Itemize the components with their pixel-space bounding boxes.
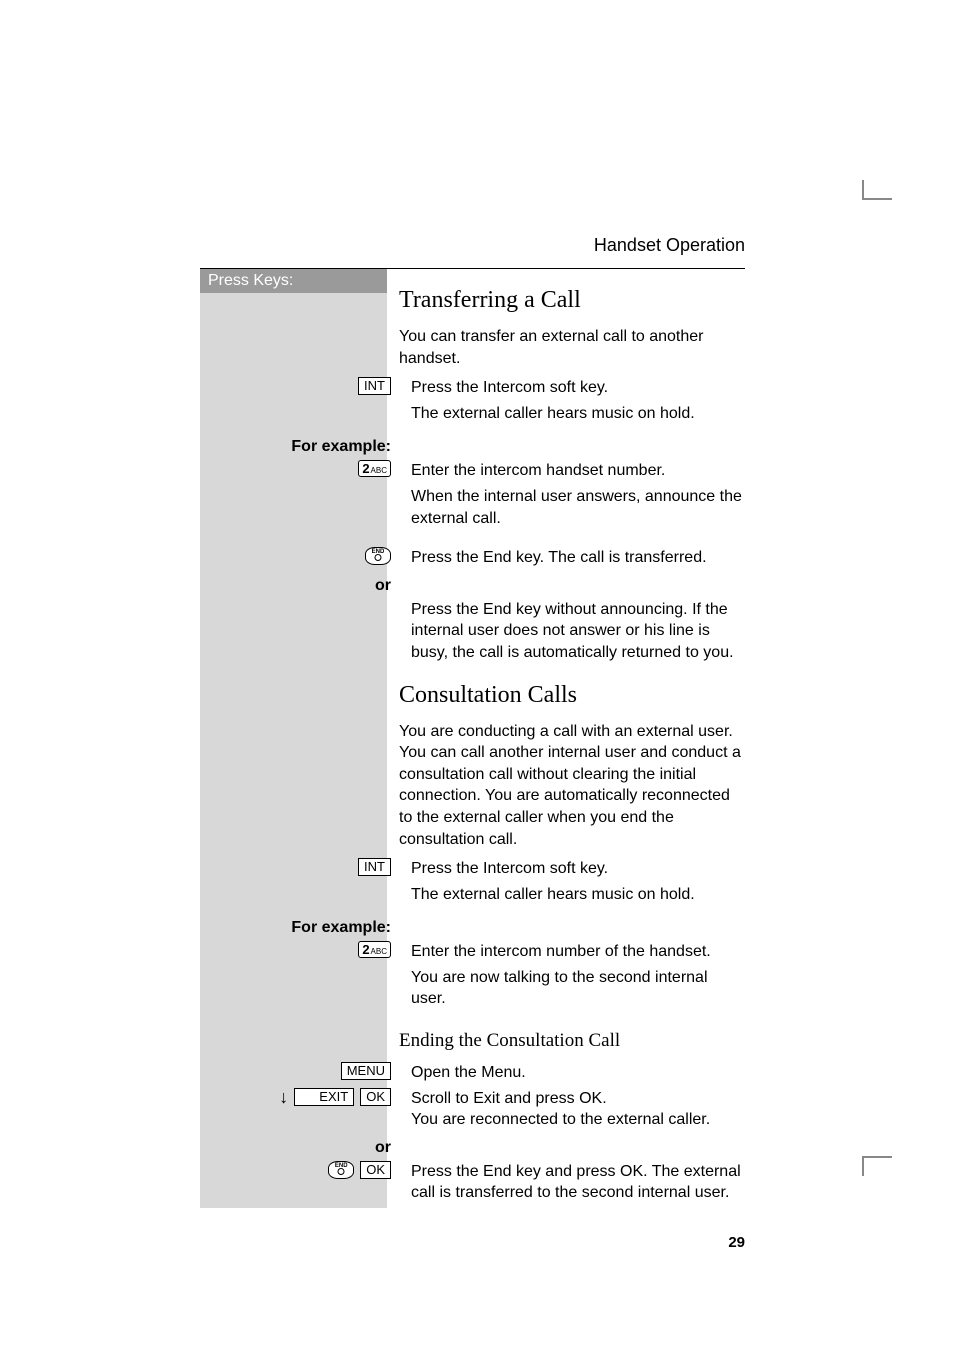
key-2-main-b: 2 — [362, 943, 369, 956]
menu-softkey: MENU — [341, 1062, 391, 1080]
key-2-b: 2ABC — [358, 941, 391, 958]
section-b-intro: You are conducting a call with an extern… — [399, 721, 745, 851]
step-end-alt: Press the End key without announcing. If… — [399, 599, 745, 664]
step-press-intercom-a: Press the Intercom soft key. — [399, 377, 745, 399]
int-softkey-b: INT — [358, 858, 391, 876]
label-or-a: or — [375, 577, 391, 595]
key-2-sub: ABC — [371, 467, 387, 475]
ok-softkey-2: OK — [360, 1161, 391, 1179]
step-enter-handset-number: Enter the intercom handset number. — [399, 460, 745, 482]
label-for-example-a: For example: — [291, 438, 391, 456]
end-key-icon-c — [328, 1161, 354, 1179]
step-announce: When the internal user answers, announce… — [399, 486, 745, 529]
step-press-intercom-b: Press the Intercom soft key. — [399, 858, 745, 880]
section-a-intro: You can transfer an external call to ano… — [399, 326, 745, 369]
key-2-main: 2 — [362, 462, 369, 475]
page-header-title: Handset Operation — [200, 225, 745, 269]
arrow-down-icon: ↓ — [279, 1088, 288, 1106]
step-open-menu: Open the Menu. — [399, 1062, 745, 1084]
note-music-hold-b: The external caller hears music on hold. — [399, 884, 745, 906]
page-number: 29 — [200, 1234, 745, 1251]
key-2-a: 2ABC — [358, 460, 391, 477]
section-title-consultation: Consultation Calls — [399, 682, 745, 709]
end-key-icon-a — [365, 547, 391, 565]
step-end-ok-transfer: Press the End key and press OK. The exte… — [399, 1161, 745, 1204]
ok-softkey-1: OK — [360, 1088, 391, 1106]
crop-mark-top-right — [834, 180, 864, 198]
step-end-transfer: Press the End key. The call is transferr… — [399, 547, 745, 569]
label-or-c: or — [375, 1139, 391, 1157]
section-title-ending-consultation: Ending the Consultation Call — [399, 1030, 745, 1052]
crop-mark-bottom-right — [834, 1158, 864, 1176]
key-2-sub-b: ABC — [371, 948, 387, 956]
main-layout: Press Keys: Transferring a Call You can … — [200, 269, 745, 1208]
step-scroll-exit-ok: Scroll to Exit and press OK. You are rec… — [399, 1088, 745, 1131]
int-softkey: INT — [358, 377, 391, 395]
step-talking-second-user: You are now talking to the second intern… — [399, 967, 745, 1010]
section-title-transferring: Transferring a Call — [399, 287, 745, 314]
page-container: Handset Operation Press Keys: Transferri… — [200, 225, 745, 1251]
note-music-hold-a: The external caller hears music on hold. — [399, 403, 745, 425]
step-enter-intercom-number: Enter the intercom number of the handset… — [399, 941, 745, 963]
exit-softkey: EXIT — [294, 1088, 354, 1106]
content-column: Transferring a Call You can transfer an … — [387, 269, 745, 1208]
sidebar-header: Press Keys: — [200, 269, 387, 293]
label-for-example-b: For example: — [291, 919, 391, 937]
